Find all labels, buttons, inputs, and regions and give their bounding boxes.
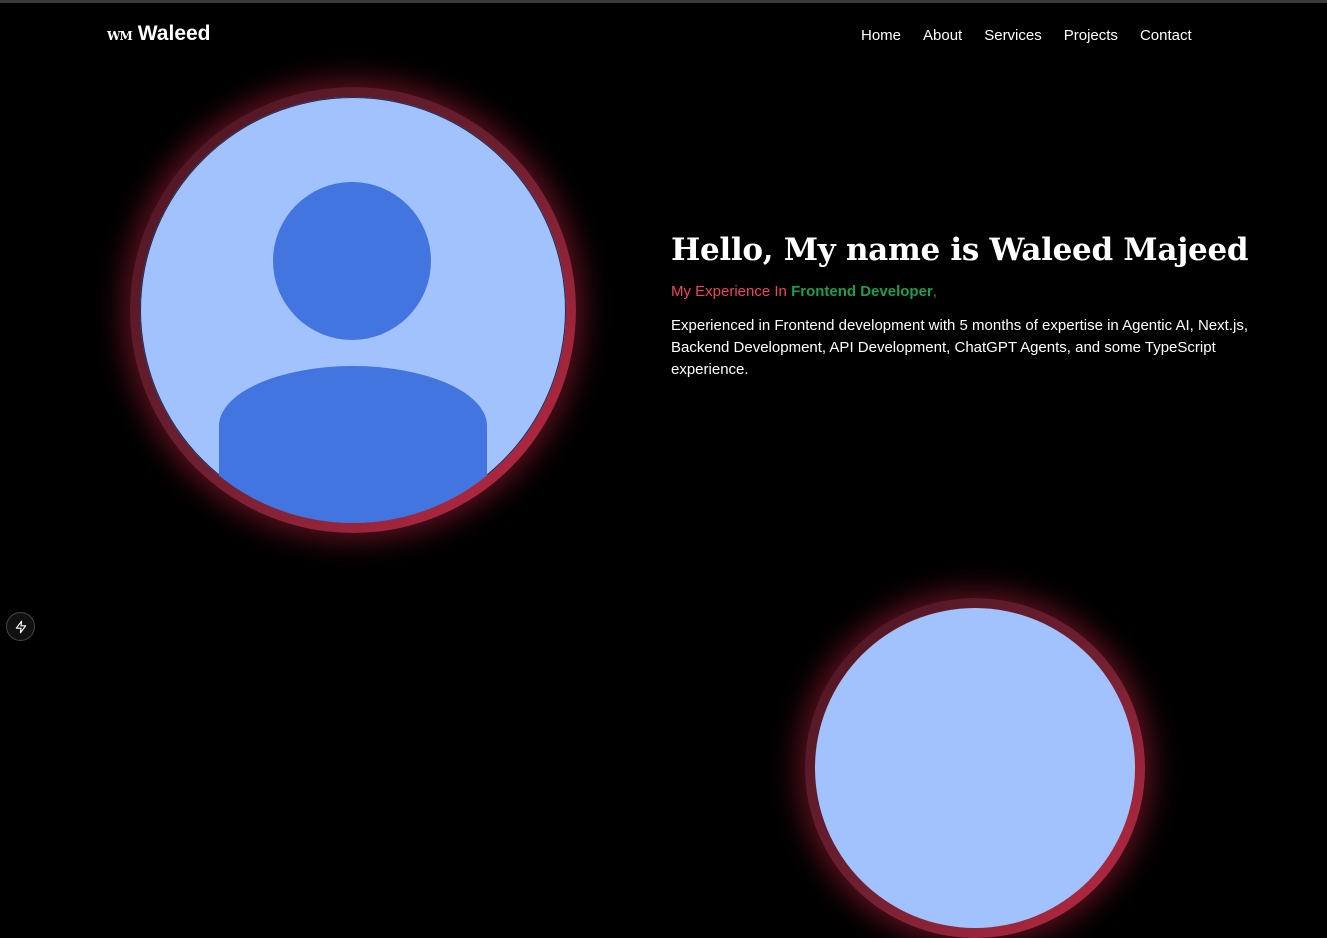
lightning-bolt-icon	[15, 620, 26, 633]
navbar: WM Waleed Home About Services Projects C…	[0, 3, 1327, 67]
subtitle-suffix: ,	[932, 283, 937, 300]
user-silhouette-head-icon	[273, 182, 431, 340]
profile-avatar-frame	[130, 87, 576, 533]
profile-avatar	[140, 97, 566, 523]
secondary-avatar-frame	[805, 598, 1145, 938]
nav-about[interactable]: About	[912, 27, 973, 44]
nav-projects[interactable]: Projects	[1053, 27, 1129, 44]
hero-subtitle: My Experience In Frontend Developer,	[671, 283, 1291, 300]
hero-description: Experienced in Frontend development with…	[671, 317, 1248, 378]
nav-services[interactable]: Services	[973, 27, 1053, 44]
dev-tools-badge[interactable]	[6, 612, 35, 641]
nav-contact[interactable]: Contact	[1129, 27, 1203, 44]
secondary-avatar	[815, 608, 1135, 928]
hero-title: Hello, My name is Waleed Majeed	[671, 232, 1249, 268]
brand-logo[interactable]: WM Waleed	[107, 22, 211, 46]
hero-intro: Hello, My name is Waleed Majeed My Exper…	[671, 232, 1291, 396]
brand-name: Waleed	[137, 22, 211, 45]
user-silhouette-body-icon	[219, 366, 487, 523]
subtitle-role: Frontend Developer	[791, 283, 933, 300]
nav-home[interactable]: Home	[850, 27, 912, 44]
subtitle-prefix: My Experience In	[671, 283, 792, 300]
brand-monogram: WM	[107, 29, 133, 43]
nav-links: Home About Services Projects Contact	[850, 27, 1203, 44]
